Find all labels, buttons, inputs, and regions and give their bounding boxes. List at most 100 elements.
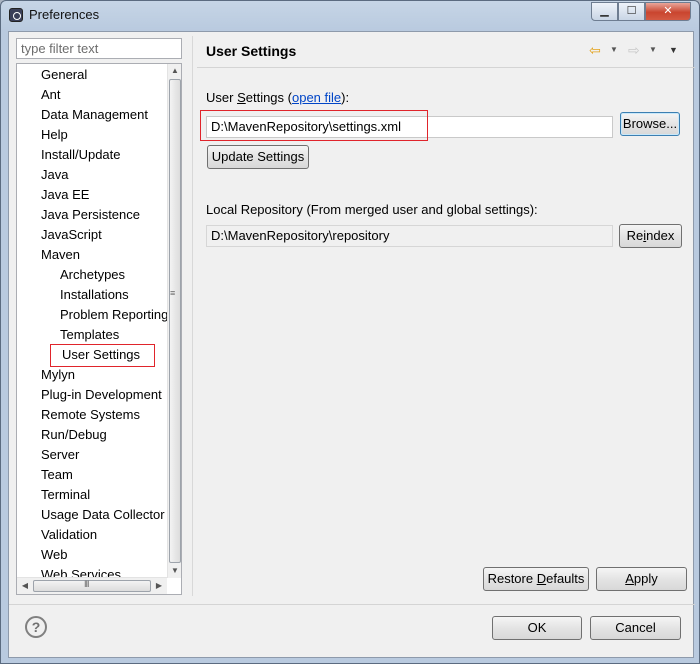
tree-item[interactable]: Server — [41, 445, 79, 465]
forward-arrow-icon[interactable]: ⇨ — [628, 41, 640, 59]
update-settings-button[interactable]: Update Settings — [207, 145, 309, 169]
tree-vertical-scrollbar[interactable]: ▲ ≡ ▼ — [167, 64, 181, 578]
tree-item-label: Maven — [41, 247, 81, 262]
tree-item-label: General — [41, 67, 88, 82]
tree-item[interactable]: Java — [41, 165, 68, 185]
tree-item[interactable]: Maven — [41, 245, 80, 265]
tree-item[interactable]: Ant — [41, 85, 61, 105]
ok-button[interactable]: OK — [492, 616, 582, 640]
label-text: ): — [341, 90, 350, 105]
tree-item[interactable]: Java EE — [41, 185, 89, 205]
button-accelerator: D — [536, 571, 547, 586]
browse-button[interactable]: Browse... — [620, 112, 680, 136]
minimize-button[interactable]: ▁ — [591, 2, 618, 21]
tree-item-label: Java — [41, 167, 69, 182]
tree-item[interactable]: General — [41, 65, 87, 85]
view-menu-icon[interactable]: ▼ — [669, 41, 678, 59]
restore-defaults-button[interactable]: Restore Defaults — [483, 567, 589, 591]
tree-item-label: Java EE — [41, 187, 90, 202]
tree-item[interactable]: Terminal — [41, 485, 90, 505]
scroll-up-icon[interactable]: ▲ — [168, 64, 181, 78]
tree-item[interactable]: Archetypes — [60, 265, 125, 285]
tree-item-label: Java Persistence — [41, 207, 140, 222]
eclipse-app-icon — [9, 8, 23, 22]
tree-item[interactable]: Problem Reporting — [60, 305, 168, 325]
tree-item-label: Remote Systems — [41, 407, 140, 422]
tree-item-label: Problem Reporting — [60, 307, 169, 322]
tree-item-label: Server — [41, 447, 80, 462]
scroll-right-icon[interactable]: ▶ — [152, 579, 166, 593]
scroll-down-icon[interactable]: ▼ — [168, 564, 181, 578]
tree-horizontal-scrollbar[interactable]: ◀ III ▶ — [17, 577, 167, 594]
tree-item[interactable]: Help — [41, 125, 68, 145]
forward-menu-icon[interactable]: ▼ — [649, 41, 657, 59]
scroll-grip-icon: ≡ — [170, 288, 176, 298]
highlight-box-settings-path — [200, 110, 428, 141]
tree-item-label: Data Management — [41, 107, 148, 122]
scroll-grip-icon: III — [84, 579, 89, 589]
back-menu-icon[interactable]: ▼ — [610, 41, 618, 59]
tree-item[interactable]: Mylyn — [41, 365, 75, 385]
tree-item-label: Usage Data Collector — [41, 507, 165, 522]
tree-item[interactable]: Team — [41, 465, 73, 485]
tree-item-label: Install/Update — [41, 147, 121, 162]
open-file-link[interactable]: open file — [292, 90, 341, 105]
label-accelerator: S — [237, 90, 246, 105]
tree-item[interactable]: Remote Systems — [41, 405, 140, 425]
button-text: efaults — [546, 571, 585, 586]
panel-divider[interactable] — [192, 36, 193, 596]
tree-item-label: Terminal — [41, 487, 91, 502]
button-text: Re — [626, 228, 644, 243]
scroll-left-icon[interactable]: ◀ — [18, 579, 32, 593]
preference-tree[interactable]: General Ant Data Management Help Install/Upd… — [16, 63, 182, 595]
title-bar[interactable]: Preferences ▁ ☐ ✕ — [1, 1, 699, 29]
button-accelerator: A — [625, 571, 634, 586]
apply-button[interactable]: Apply — [596, 567, 687, 591]
filter-field[interactable] — [16, 38, 182, 59]
filter-input[interactable] — [17, 39, 181, 58]
footer-separator — [9, 604, 695, 605]
highlight-box-user-settings — [50, 344, 155, 367]
cancel-button[interactable]: Cancel — [590, 616, 681, 640]
back-arrow-icon[interactable]: ⇦ — [589, 41, 601, 59]
button-text: ndex — [646, 228, 675, 243]
tree-item[interactable]: Java Persistence — [41, 205, 140, 225]
tree-item-label: Installations — [60, 287, 129, 302]
tree-item-label: Templates — [60, 327, 120, 342]
help-icon[interactable]: ? — [25, 616, 47, 638]
tree-item[interactable]: Validation — [41, 525, 97, 545]
tree-item[interactable]: Data Management — [41, 105, 148, 125]
button-text: pply — [633, 571, 658, 586]
preferences-window: Preferences ▁ ☐ ✕ General Ant Data Managem… — [0, 0, 700, 664]
window-title: Preferences — [29, 7, 100, 22]
tree-item[interactable]: Run/Debug — [41, 425, 107, 445]
tree-item[interactable]: Web — [41, 545, 68, 565]
horizontal-scroll-thumb[interactable]: III — [33, 579, 151, 592]
tree-item[interactable]: JavaScript — [41, 225, 102, 245]
tree-item-label: Mylyn — [41, 367, 75, 382]
tree-item-label: Run/Debug — [41, 427, 107, 442]
dialog-content: General Ant Data Management Help Install/Upd… — [8, 31, 695, 658]
tree-item[interactable]: Templates — [60, 325, 119, 345]
tree-item[interactable]: Usage Data Collector — [41, 505, 165, 525]
maximize-button[interactable]: ☐ — [618, 2, 645, 21]
tree-item[interactable]: Install/Update — [41, 145, 121, 165]
close-button[interactable]: ✕ — [645, 2, 691, 21]
tree-item-label: Web — [41, 547, 68, 562]
vertical-scroll-thumb[interactable] — [169, 79, 181, 563]
tree-item-label: JavaScript — [41, 227, 102, 242]
tree-item[interactable]: Plug-in Development — [41, 385, 162, 405]
label-text: User — [206, 90, 238, 105]
local-repository-label: Local Repository (From merged user and g… — [206, 202, 538, 217]
title-separator — [197, 67, 695, 68]
local-repository-field: D:\MavenRepository\repository — [206, 225, 613, 247]
tree-item-label: Ant — [41, 87, 61, 102]
tree-item-label: Help — [41, 127, 68, 142]
tree-item[interactable]: Installations — [60, 285, 129, 305]
tree-item-label: Validation — [41, 527, 98, 542]
button-text: Restore — [487, 571, 537, 586]
tree-item-label: Archetypes — [60, 267, 126, 282]
reindex-button[interactable]: Reindex — [619, 224, 682, 248]
tree-item-label: Team — [41, 467, 73, 482]
tree-item-label: Plug-in Development — [41, 387, 162, 402]
